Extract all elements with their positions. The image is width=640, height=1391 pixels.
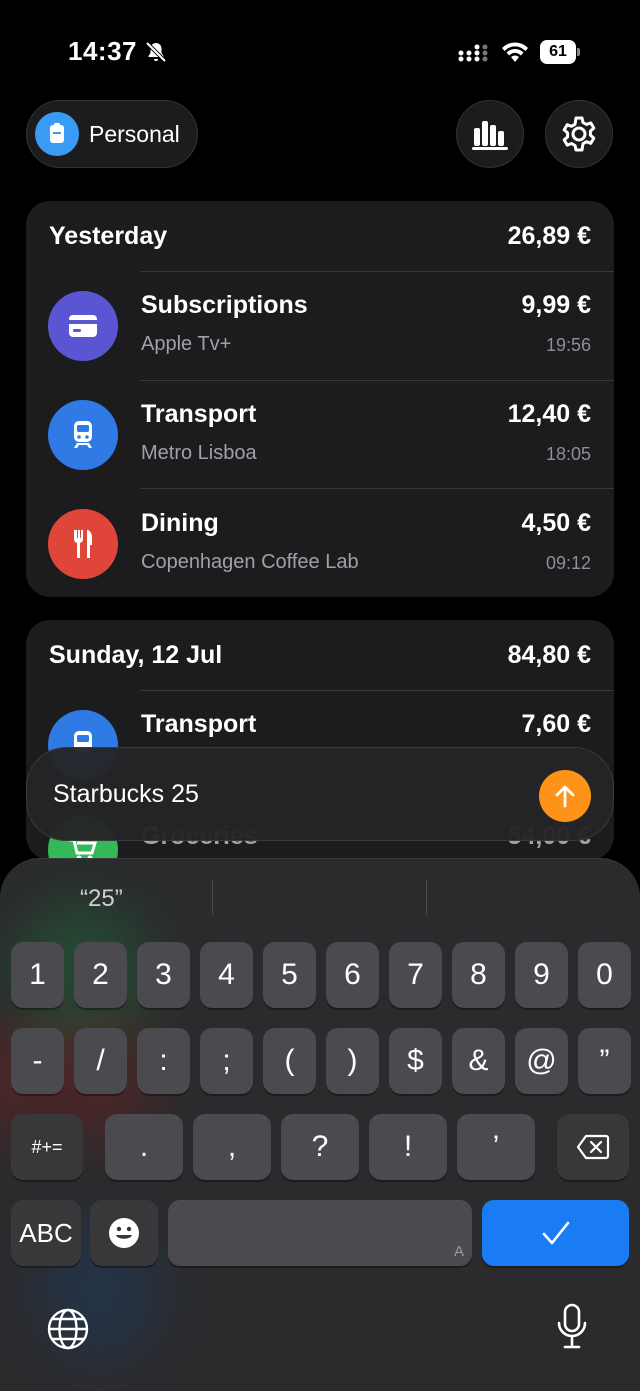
battery-indicator: 61 [540,40,580,64]
backspace-key[interactable] [557,1114,629,1180]
transaction-time: 09:12 [545,553,591,573]
emoji-icon [109,1218,139,1248]
cellular-signal-icon [458,44,488,62]
day-group-header: Yesterday 26,89 € [26,201,614,271]
day-group-title: Yesterday [49,222,168,250]
transaction-row[interactable]: Dining Copenhagen Coffee Lab 4,50 € 09:1… [26,489,614,597]
fork-knife-icon [48,509,118,579]
settings-button[interactable] [545,100,613,168]
train-icon [48,400,118,470]
day-group-card: Yesterday 26,89 € Subscriptions Apple Tv… [26,201,614,597]
done-key[interactable] [482,1200,629,1266]
wallet-icon [35,112,79,156]
abc-key[interactable]: ABC [11,1200,81,1266]
digit-key[interactable]: 1 [11,942,64,1008]
suggestion-item[interactable]: “25” [80,885,123,913]
punctuation-key[interactable]: ! [369,1114,447,1180]
checkmark-icon [542,1221,569,1245]
digit-key[interactable]: 6 [326,942,379,1008]
silent-bell-icon [145,41,167,63]
arrow-up-icon [555,785,575,808]
symbol-key[interactable]: ( [263,1028,316,1094]
globe-icon[interactable] [46,1307,90,1351]
symbol-key[interactable]: @ [515,1028,568,1094]
punctuation-key[interactable]: ’ [457,1114,535,1180]
transaction-category: Dining [141,509,219,537]
transaction-category: Transport [141,710,257,738]
punctuation-key[interactable]: ? [281,1114,359,1180]
transaction-time: 18:05 [545,444,591,464]
transaction-amount: 7,60 € [521,710,591,738]
status-bar: 14:37 61 [0,0,640,100]
day-group-title: Sunday, 12 Jul [49,641,223,669]
digit-key[interactable]: 5 [263,942,316,1008]
symbol-key[interactable]: ; [200,1028,253,1094]
transaction-amount: 4,50 € [521,509,591,537]
digit-key[interactable]: 2 [74,942,127,1008]
wifi-icon [502,42,528,62]
transaction-row[interactable]: Subscriptions Apple Tv+ 9,99 € 19:56 [26,271,614,379]
send-button[interactable] [539,770,591,822]
transaction-amount: 9,99 € [521,291,591,319]
day-group-total: 26,89 € [507,222,591,250]
transaction-category: Subscriptions [141,291,308,319]
space-key-corner-label: A [453,1243,464,1260]
emoji-key[interactable] [90,1200,158,1266]
transaction-merchant: Copenhagen Coffee Lab [141,551,359,573]
day-group-header: Sunday, 12 Jul 84,80 € [26,620,614,690]
digit-key[interactable]: 0 [578,942,631,1008]
credit-card-icon [48,291,118,361]
digit-key[interactable]: 7 [389,942,442,1008]
account-label: Personal [89,120,180,147]
digit-key[interactable]: 4 [200,942,253,1008]
symbol-key[interactable]: : [137,1028,190,1094]
transaction-amount: 12,40 € [507,400,591,428]
symbol-key[interactable]: / [74,1028,127,1094]
symbols-mode-key[interactable]: #+= [11,1114,83,1180]
transaction-merchant: Apple Tv+ [141,333,232,355]
space-key[interactable]: A [168,1200,472,1266]
gear-icon [562,116,596,152]
symbol-key[interactable]: $ [389,1028,442,1094]
statistics-button[interactable] [456,100,524,168]
microphone-icon[interactable] [556,1303,588,1351]
battery-level: 61 [540,40,576,64]
quick-entry-text: Starbucks 25 [53,780,199,808]
symbol-key[interactable]: ) [326,1028,379,1094]
punctuation-key[interactable]: . [105,1114,183,1180]
bar-chart-icon [472,121,508,150]
day-group-total: 84,80 € [507,641,591,669]
transaction-time: 19:56 [545,335,591,355]
symbol-key[interactable]: ” [578,1028,631,1094]
status-time: 14:37 [68,36,137,66]
quick-entry-input[interactable]: Starbucks 25 [26,747,614,841]
symbol-key[interactable]: - [11,1028,64,1094]
suggestion-bar: “25” [0,859,640,929]
numeric-keyboard: “25” #+= ABC A 1 2 3 4 5 6 7 8 9 0 - /:;() $ & @”.,?!’ [0,858,640,1391]
backspace-icon [576,1134,610,1160]
digit-key[interactable]: 8 [452,942,505,1008]
symbol-key[interactable]: & [452,1028,505,1094]
transaction-merchant: Metro Lisboa [141,442,257,464]
transaction-category: Transport [141,400,257,428]
digit-key[interactable]: 9 [515,942,568,1008]
punctuation-key[interactable]: , [193,1114,271,1180]
transaction-row[interactable]: Transport Metro Lisboa 12,40 € 18:05 [26,380,614,488]
digit-key[interactable]: 3 [137,942,190,1008]
account-switcher[interactable]: Personal [26,100,198,168]
